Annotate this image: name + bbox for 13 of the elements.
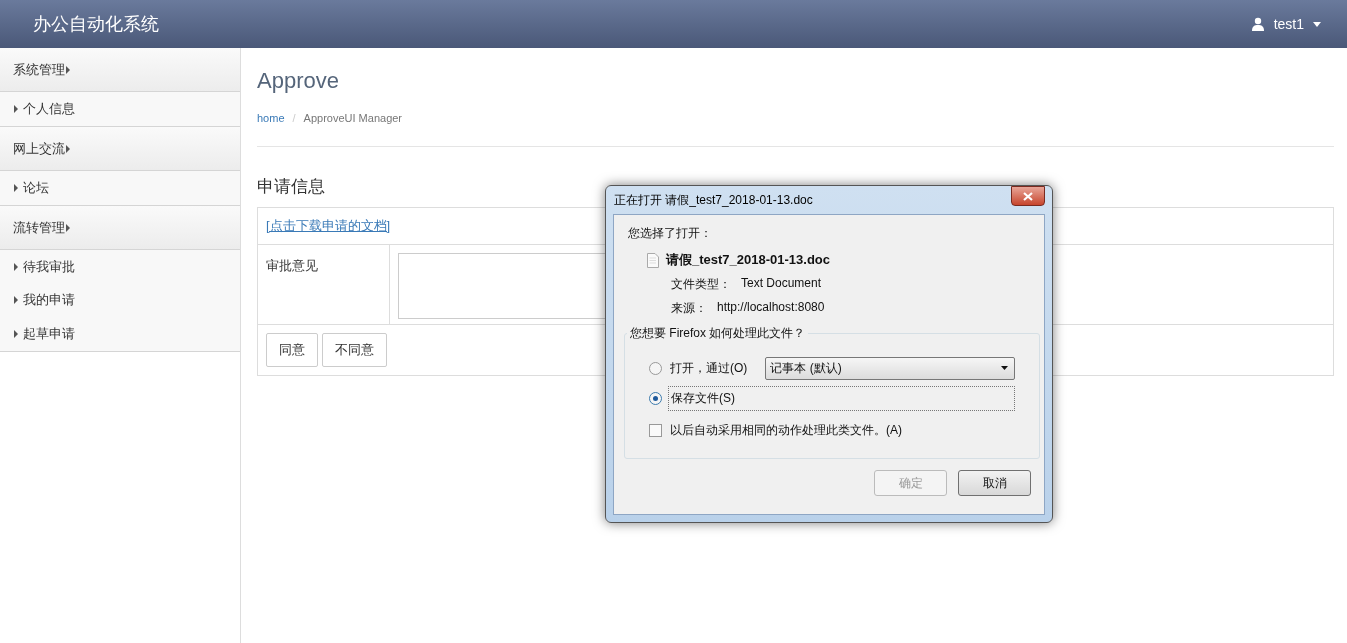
detail-label: 来源： xyxy=(671,300,707,317)
file-name: 请假_test7_2018-01-13.doc xyxy=(666,251,831,269)
dialog-intro: 您选择了打开： xyxy=(628,225,713,242)
action-group-title: 您想要 Firefox 如何处理此文件？ xyxy=(629,325,807,342)
breadcrumb-current: ApproveUI Manager xyxy=(303,112,403,124)
breadcrumb-separator: / xyxy=(292,112,296,124)
detail-label: 文件类型： xyxy=(671,276,731,293)
detail-value: Text Document xyxy=(741,276,822,292)
dialog-title: 正在打开 请假_test7_2018-01-13.doc xyxy=(613,191,813,209)
section-title: 申请信息 xyxy=(257,176,325,198)
page-title: Approve xyxy=(257,68,340,95)
opinion-label: 审批意见 xyxy=(266,258,318,273)
detail-value: http://localhost:8080 xyxy=(717,300,825,316)
